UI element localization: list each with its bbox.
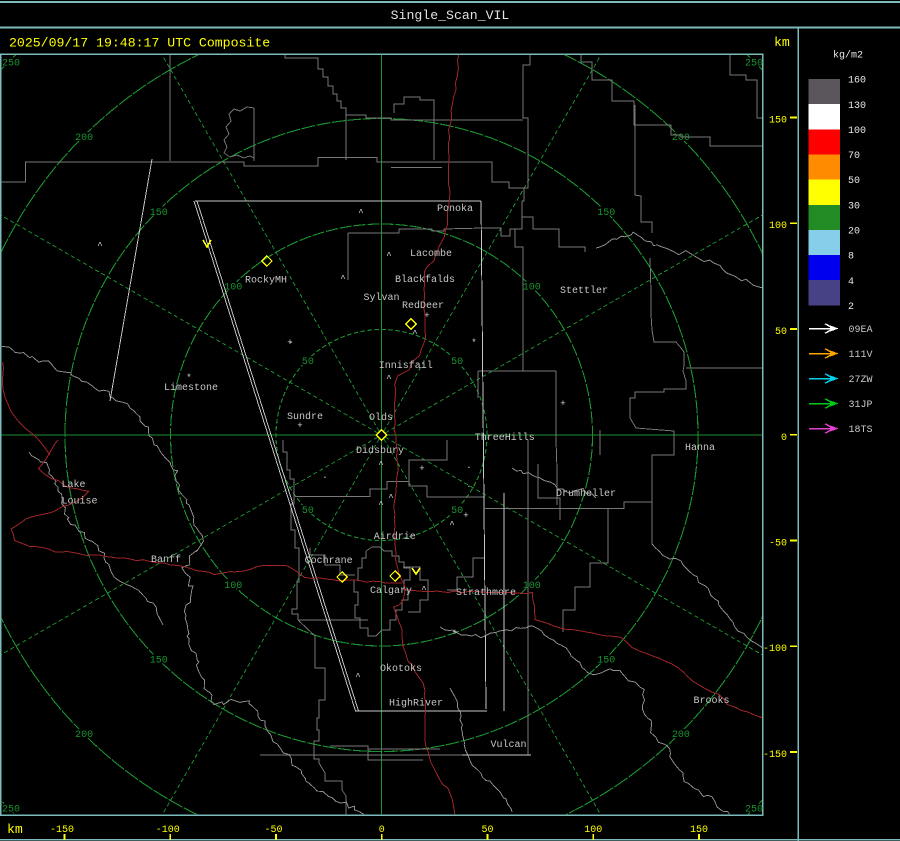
- svg-text:Calgary: Calgary: [370, 585, 412, 597]
- svg-text:250: 250: [2, 59, 20, 70]
- svg-text:Blackfalds: Blackfalds: [395, 274, 455, 286]
- svg-text:ThreeHills: ThreeHills: [475, 432, 535, 444]
- svg-text:-150: -150: [50, 825, 74, 836]
- svg-text:*: *: [186, 373, 191, 383]
- svg-text:+: +: [419, 464, 424, 474]
- svg-text:100: 100: [224, 581, 242, 592]
- svg-text:-50: -50: [769, 539, 787, 550]
- svg-text:Didsbury: Didsbury: [356, 445, 404, 457]
- svg-text:50: 50: [848, 176, 860, 187]
- svg-text:150: 150: [150, 655, 168, 666]
- svg-text:^: ^: [358, 208, 363, 218]
- svg-text:+: +: [560, 399, 565, 409]
- svg-text:Louise: Louise: [62, 496, 98, 508]
- svg-text:Innisfail: Innisfail: [379, 360, 433, 372]
- svg-text:31JP: 31JP: [849, 400, 873, 411]
- svg-text:100: 100: [848, 126, 866, 137]
- svg-text:20: 20: [848, 227, 860, 238]
- svg-text:-100: -100: [763, 644, 787, 655]
- svg-text:Limestone: Limestone: [164, 382, 218, 394]
- svg-text:Single_Scan_VIL: Single_Scan_VIL: [391, 8, 510, 23]
- svg-text:2025/09/17 19:48:17 UTC Compos: 2025/09/17 19:48:17 UTC Composite: [9, 36, 270, 51]
- svg-text:250: 250: [745, 59, 763, 70]
- svg-text:200: 200: [75, 133, 93, 144]
- svg-text:km: km: [774, 35, 790, 50]
- svg-text:+: +: [452, 628, 457, 638]
- svg-text:HighRiver: HighRiver: [389, 698, 443, 710]
- svg-text:Cochrane: Cochrane: [305, 555, 353, 567]
- svg-text:^: ^: [355, 672, 360, 682]
- svg-text:*: *: [471, 338, 476, 348]
- svg-text:160: 160: [848, 76, 866, 87]
- svg-text:100: 100: [224, 282, 242, 293]
- svg-text:18TS: 18TS: [849, 425, 873, 436]
- svg-text:250: 250: [745, 805, 763, 816]
- svg-text:27ZW: 27ZW: [849, 375, 873, 386]
- svg-text:09EA: 09EA: [849, 325, 873, 336]
- svg-text:130: 130: [848, 101, 866, 112]
- svg-text:Lacombe: Lacombe: [410, 248, 452, 260]
- svg-text:4: 4: [848, 277, 854, 288]
- svg-text:100: 100: [523, 282, 541, 293]
- svg-text:Stettler: Stettler: [560, 285, 608, 297]
- svg-text:Lake: Lake: [62, 479, 86, 491]
- svg-text:+: +: [424, 311, 429, 321]
- svg-text:Okotoks: Okotoks: [380, 663, 422, 675]
- svg-text:200: 200: [672, 730, 690, 741]
- svg-text:.: .: [466, 480, 471, 490]
- svg-text:^: ^: [412, 329, 417, 339]
- svg-text:50: 50: [451, 506, 463, 517]
- svg-text:^: ^: [449, 520, 454, 530]
- svg-text:.: .: [466, 461, 471, 471]
- svg-text:150: 150: [597, 208, 615, 219]
- svg-text:Sylvan: Sylvan: [364, 292, 400, 304]
- svg-text:Sundre: Sundre: [287, 411, 323, 423]
- svg-text:150: 150: [597, 655, 615, 666]
- svg-text:Brooks: Brooks: [694, 695, 730, 707]
- svg-text:Ponoka: Ponoka: [437, 203, 473, 215]
- svg-text:Banff: Banff: [151, 554, 181, 566]
- svg-text:-150: -150: [763, 750, 787, 761]
- svg-text:70: 70: [848, 151, 860, 162]
- svg-text:2: 2: [848, 302, 854, 313]
- svg-text:.: .: [288, 336, 293, 346]
- svg-text:Airdrie: Airdrie: [374, 531, 416, 543]
- svg-text:50: 50: [302, 357, 314, 368]
- svg-text:Vulcan: Vulcan: [491, 739, 527, 751]
- svg-text:km: km: [7, 822, 23, 837]
- svg-text:50: 50: [451, 357, 463, 368]
- svg-text:^: ^: [378, 460, 383, 470]
- svg-text:100: 100: [769, 221, 787, 232]
- svg-text:Olds: Olds: [369, 412, 393, 424]
- svg-text:.: .: [322, 471, 327, 481]
- svg-text:^: ^: [421, 585, 426, 595]
- svg-text:50: 50: [775, 327, 787, 338]
- svg-text:^: ^: [378, 500, 383, 510]
- svg-text:8: 8: [848, 252, 854, 263]
- svg-text:250: 250: [2, 805, 20, 816]
- svg-text:+: +: [463, 511, 468, 521]
- svg-text:^: ^: [386, 374, 391, 384]
- svg-text:0: 0: [781, 433, 787, 444]
- svg-text:^: ^: [388, 493, 393, 503]
- svg-text:150: 150: [769, 116, 787, 127]
- svg-text:^: ^: [340, 274, 345, 284]
- svg-text:RockyMH: RockyMH: [245, 275, 287, 287]
- svg-text:kg/m2: kg/m2: [833, 50, 863, 62]
- svg-text:150: 150: [150, 208, 168, 219]
- svg-text:RedDeer: RedDeer: [402, 300, 444, 312]
- svg-text:50: 50: [302, 506, 314, 517]
- svg-text:30: 30: [848, 201, 860, 212]
- svg-text:Strathmore: Strathmore: [456, 587, 516, 599]
- svg-text:Hanna: Hanna: [685, 443, 715, 454]
- svg-text:^: ^: [386, 251, 391, 261]
- svg-text:^: ^: [97, 241, 102, 251]
- svg-text:100: 100: [523, 581, 541, 592]
- svg-text:-50: -50: [264, 825, 282, 836]
- svg-text:111V: 111V: [849, 350, 873, 361]
- svg-text:200: 200: [75, 730, 93, 741]
- svg-text:-100: -100: [156, 825, 180, 836]
- svg-text:Drumheller: Drumheller: [556, 488, 616, 500]
